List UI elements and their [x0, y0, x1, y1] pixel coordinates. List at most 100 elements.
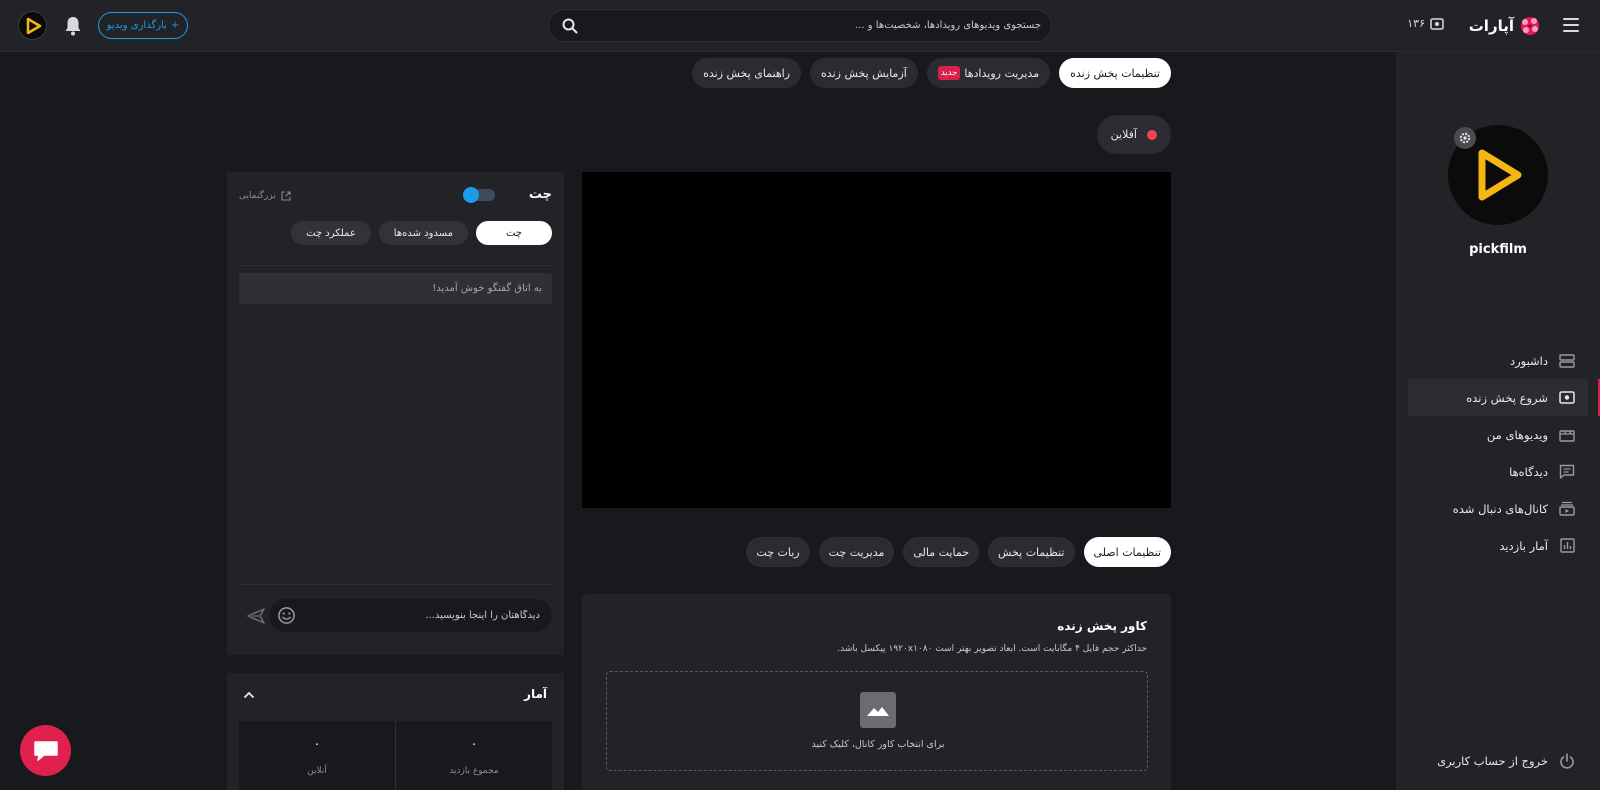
- subscriptions-icon: [1558, 500, 1576, 518]
- play-logo-icon: [26, 17, 41, 34]
- channel-username: pickfilm: [1469, 242, 1527, 257]
- sidebar-item-label: کانال‌های دنبال شده: [1452, 501, 1548, 516]
- tab-label: عملکرد چت: [306, 227, 356, 239]
- send-icon[interactable]: [247, 608, 265, 624]
- chat-tabs: چت مسدود شده‌ها عملکرد چت: [291, 221, 552, 245]
- emoji-icon[interactable]: [277, 606, 296, 625]
- tab-label: تنظیمات اصلی: [1093, 545, 1162, 559]
- power-icon: [1560, 753, 1574, 769]
- cover-upload-dropzone[interactable]: برای انتخاب کاور کانال، کلیک کنید: [606, 671, 1148, 771]
- tab-label: راهنمای پخش زنده: [703, 66, 791, 80]
- stat-value: ۰: [313, 737, 321, 752]
- tab-main-settings[interactable]: تنظیمات اصلی: [1083, 537, 1171, 567]
- sidebar-item-label: شروع پخش زنده: [1466, 390, 1548, 405]
- search-icon[interactable]: [561, 17, 579, 35]
- aparat-logo[interactable]: آپارات: [1469, 13, 1542, 39]
- logo-text: آپارات: [1468, 17, 1514, 35]
- tab-chat-performance[interactable]: عملکرد چت: [291, 221, 371, 245]
- gear-icon[interactable]: [1454, 127, 1476, 149]
- live-icon: [1430, 17, 1444, 30]
- stat-online: ۰ آنلاین: [239, 721, 395, 790]
- comments-icon: [1558, 463, 1576, 481]
- toggle-knob: [463, 187, 479, 203]
- stats-title: آمار: [524, 687, 547, 701]
- tab-chat-bot[interactable]: ربات چت: [746, 537, 810, 567]
- tab-event-management[interactable]: مدیریت رویدادها جدید: [926, 58, 1051, 88]
- hamburger-menu-icon[interactable]: [1558, 14, 1584, 38]
- tab-donations[interactable]: حمایت مالی: [903, 537, 980, 567]
- search-input[interactable]: [601, 10, 1041, 41]
- dashboard-icon: [1558, 352, 1576, 370]
- live-cover-card: کاور پخش زنده حداکثر حجم فایل ۴ مگابایت …: [582, 594, 1171, 790]
- upload-video-button[interactable]: + بارگذاری ویدیو: [98, 12, 188, 39]
- sidebar-item-label: ویدیوهای من: [1486, 427, 1548, 442]
- sidebar-item-label: داشبورد: [1509, 353, 1548, 368]
- bell-icon[interactable]: [63, 15, 83, 37]
- sidebar-item-dashboard[interactable]: داشبورد: [1396, 342, 1600, 379]
- stream-status-label: آفلاین: [1110, 128, 1137, 141]
- sidebar-item-start-live[interactable]: شروع پخش زنده: [1408, 379, 1600, 416]
- live-count: ۱۳۶: [1407, 17, 1425, 30]
- cover-description: حداکثر حجم فایل ۴ مگابایت است. ابعاد تصو…: [837, 644, 1147, 654]
- sidebar-item-my-videos[interactable]: ویدیوهای من: [1396, 416, 1600, 453]
- dropzone-label: برای انتخاب کاور کانال، کلیک کنید: [811, 739, 945, 750]
- popout-label: بزرگنمایی: [239, 191, 276, 201]
- cover-title: کاور پخش زنده: [1057, 619, 1147, 633]
- tab-live-settings[interactable]: تنظیمات پخش زنده: [1059, 58, 1171, 88]
- tab-label: مدیریت چت: [828, 545, 885, 559]
- sidebar-item-subscriptions[interactable]: کانال‌های دنبال شده: [1396, 490, 1600, 527]
- stat-total-views: ۰ مجموع بازدید: [395, 721, 552, 790]
- tab-label: چت: [505, 227, 522, 239]
- tab-label: مسدود شده‌ها: [393, 227, 453, 239]
- sidebar-item-label: دیدگاه‌ها: [1509, 464, 1548, 479]
- tab-label: آزمایش پخش زنده: [821, 66, 907, 80]
- tab-label: حمایت مالی: [913, 545, 970, 559]
- tab-blocked[interactable]: مسدود شده‌ها: [378, 221, 468, 245]
- new-badge: جدید: [937, 66, 961, 80]
- chat-toggle[interactable]: [463, 187, 495, 203]
- stats-icon: [1558, 537, 1576, 555]
- tab-label: تنظیمات پخش: [998, 545, 1065, 559]
- live-settings-tabs: تنظیمات پخش زنده مدیریت رویدادها جدید آز…: [692, 58, 1171, 88]
- chat-message-input[interactable]: [320, 599, 540, 632]
- sidebar-item-label: آمار بازدید: [1499, 538, 1548, 553]
- user-avatar[interactable]: [18, 11, 47, 40]
- offline-dot-icon: [1147, 129, 1157, 140]
- stream-status-badge: آفلاین: [1096, 115, 1171, 154]
- chat-welcome-message: به اتاق گفتگو خوش آمدید!: [239, 273, 552, 304]
- live-counter[interactable]: ۱۳۶: [1407, 17, 1444, 30]
- sidebar-item-view-stats[interactable]: آمار بازدید: [1396, 527, 1600, 564]
- logout-button[interactable]: خروج از حساب کاربری: [1437, 752, 1576, 770]
- play-logo-icon: [1478, 149, 1522, 201]
- support-chat-button[interactable]: [20, 725, 71, 776]
- stat-label: آنلاین: [307, 766, 327, 776]
- sidebar-item-comments[interactable]: دیدگاه‌ها: [1396, 453, 1600, 490]
- chat-bubble-icon: [33, 740, 58, 761]
- tab-label: تنظیمات پخش زنده: [1070, 66, 1160, 80]
- upload-video-label: بارگذاری ویدیو: [106, 20, 167, 31]
- chat-panel: چت بزرگنمایی چت مسدود شده‌ها عملکرد چت ب…: [227, 172, 564, 655]
- settings-section-tabs: تنظیمات اصلی تنظیمات پخش حمایت مالی مدیر…: [746, 537, 1171, 567]
- tab-live-test[interactable]: آزمایش پخش زنده: [810, 58, 918, 88]
- tab-label: ربات چت: [756, 545, 800, 559]
- chevron-up-icon[interactable]: [242, 688, 256, 702]
- tab-label: مدیریت رویدادها: [964, 66, 1040, 80]
- external-link-icon: [281, 191, 291, 201]
- tab-live-guide[interactable]: راهنمای پخش زنده: [692, 58, 802, 88]
- live-icon: [1558, 389, 1576, 407]
- image-icon: [860, 692, 896, 728]
- popout-chat-button[interactable]: بزرگنمایی: [239, 191, 291, 201]
- sidebar-nav: داشبورد شروع پخش زنده ویدیوهای من دیدگاه…: [1396, 342, 1600, 564]
- plus-icon: +: [170, 20, 180, 31]
- video-player[interactable]: [582, 172, 1171, 508]
- tab-chat-management[interactable]: مدیریت چت: [818, 537, 895, 567]
- logout-label: خروج از حساب کاربری: [1437, 754, 1548, 768]
- top-header: آپارات ۱۳۶ + بارگذاری ویدیو: [0, 0, 1600, 52]
- chat-title: چت: [528, 187, 552, 202]
- right-sidebar: pickfilm داشبورد شروع پخش زنده ویدیوهای …: [1396, 52, 1600, 790]
- stats-panel: آمار ۰ مجموع بازدید ۰ آنلاین: [227, 673, 564, 790]
- divider: [239, 265, 552, 266]
- videos-icon: [1558, 426, 1576, 444]
- tab-chat[interactable]: چت: [475, 221, 552, 245]
- tab-broadcast-settings[interactable]: تنظیمات پخش: [988, 537, 1075, 567]
